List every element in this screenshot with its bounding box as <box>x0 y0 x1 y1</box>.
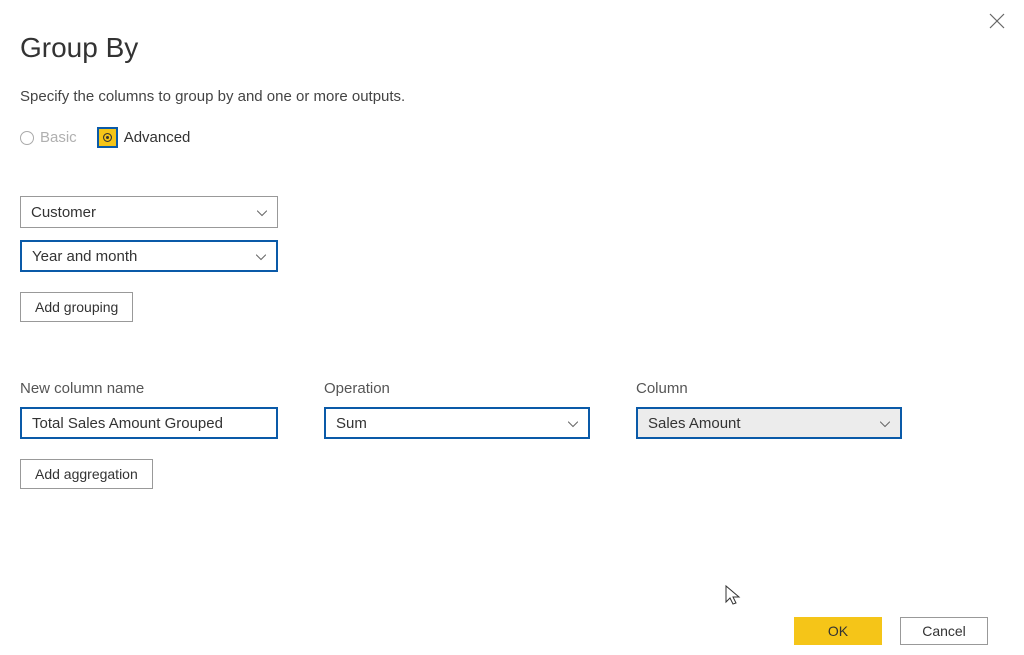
dialog-subtitle: Specify the columns to group by and one … <box>20 88 1004 105</box>
cancel-button[interactable]: Cancel <box>900 617 988 645</box>
radio-advanced[interactable]: Advanced <box>97 127 191 148</box>
column-value: Sales Amount <box>648 415 741 432</box>
new-column-label: New column name <box>20 380 278 397</box>
dialog-footer: OK Cancel <box>794 617 988 645</box>
operation-label: Operation <box>324 380 590 397</box>
group-select-customer[interactable]: Customer <box>20 196 278 228</box>
group-select-year-month[interactable]: Year and month <box>20 240 278 272</box>
radio-basic-label: Basic <box>40 129 77 146</box>
chevron-down-icon <box>568 415 578 432</box>
column-select[interactable]: Sales Amount <box>636 407 902 439</box>
add-grouping-button[interactable]: Add grouping <box>20 292 133 322</box>
operation-select[interactable]: Sum <box>324 407 590 439</box>
chevron-down-icon <box>257 204 267 221</box>
operation-value: Sum <box>336 415 367 432</box>
close-icon[interactable] <box>988 12 1006 35</box>
group-select-value: Customer <box>31 204 96 221</box>
column-label: Column <box>636 380 902 397</box>
radio-selected-icon <box>97 127 118 148</box>
group-select-value: Year and month <box>32 248 137 265</box>
chevron-down-icon <box>256 248 266 265</box>
radio-circle-icon <box>20 131 34 145</box>
cursor-icon <box>724 584 744 613</box>
dialog-title: Group By <box>20 32 1004 64</box>
mode-radio-group: Basic Advanced <box>20 127 1004 148</box>
grouping-selects: Customer Year and month <box>20 196 1004 272</box>
add-aggregation-button[interactable]: Add aggregation <box>20 459 153 489</box>
radio-basic[interactable]: Basic <box>20 129 77 146</box>
new-column-input[interactable] <box>20 407 278 439</box>
ok-button[interactable]: OK <box>794 617 882 645</box>
chevron-down-icon <box>880 415 890 432</box>
radio-advanced-label: Advanced <box>124 129 191 146</box>
